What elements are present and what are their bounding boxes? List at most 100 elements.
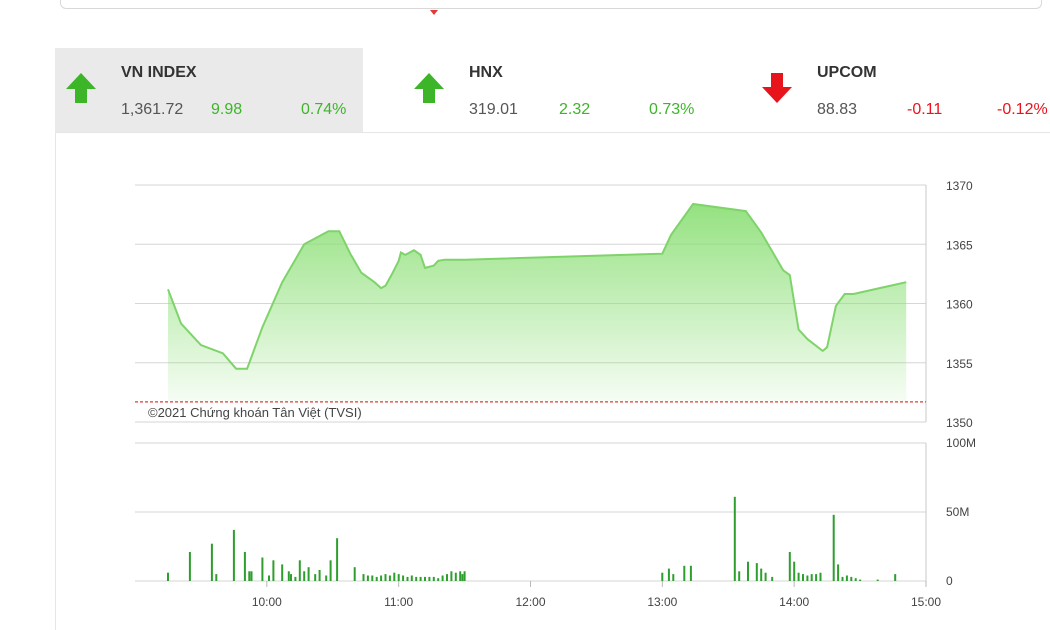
volume-bar — [859, 579, 862, 581]
volume-bar — [287, 571, 290, 581]
volume-bar — [815, 574, 818, 581]
volume-bar — [325, 575, 328, 581]
time-x-ticks: 10:00 11:00 12:00 13:00 14:00 15:00 — [252, 581, 941, 609]
volume-bar — [437, 578, 440, 581]
volume-bar — [294, 576, 297, 581]
volume-bar — [298, 560, 301, 581]
volume-bar — [797, 572, 800, 581]
volume-bar — [788, 552, 791, 581]
volume-bar — [738, 571, 741, 581]
volume-bar — [747, 561, 749, 581]
volume-bar — [303, 571, 306, 581]
volume-bar — [806, 575, 809, 581]
volume-bar — [232, 529, 235, 581]
volume-bar — [371, 575, 374, 581]
volume-bar — [188, 552, 191, 581]
volume-bar — [432, 576, 435, 581]
price-y-tick-label: 1365 — [946, 238, 973, 252]
volume-bar — [281, 564, 284, 581]
x-tick-label: 11:00 — [384, 595, 413, 609]
volume-bar — [314, 574, 317, 581]
volume-bar — [307, 567, 310, 581]
price-y-tick-label: 1360 — [946, 298, 973, 312]
intraday-chart: ©2021 Chứng khoán Tân Việt (TVSI) 135013… — [135, 179, 976, 609]
volume-bar — [459, 571, 462, 581]
volume-bar — [667, 568, 670, 581]
volume-bar — [450, 571, 453, 581]
volume-grid — [135, 442, 927, 582]
price-area-layer — [167, 202, 907, 402]
volume-bar — [393, 572, 396, 581]
volume-bar — [353, 567, 356, 581]
volume-bar — [402, 575, 405, 581]
volume-bar — [329, 560, 332, 581]
volume-y-tick-label: 100M — [946, 436, 976, 450]
volume-bar — [318, 570, 321, 581]
volume-bar — [167, 572, 169, 581]
volume-bar — [733, 496, 736, 581]
x-tick-label: 13:00 — [647, 595, 677, 609]
volume-bar — [290, 574, 292, 581]
volume-bar — [268, 575, 270, 581]
volume-bar — [819, 572, 822, 581]
volume-bar — [841, 576, 844, 581]
volume-bar — [771, 576, 774, 581]
volume-bar — [894, 574, 897, 581]
volume-bar — [375, 576, 378, 581]
volume-bar — [424, 576, 426, 581]
volume-bar — [850, 576, 853, 581]
volume-bar — [802, 574, 804, 581]
copyright-annotation: ©2021 Chứng khoán Tân Việt (TVSI) — [148, 405, 362, 420]
volume-bars — [167, 496, 897, 581]
volume-bar — [446, 574, 448, 581]
volume-bar — [454, 572, 457, 581]
volume-bar — [336, 538, 339, 581]
volume-bar — [419, 576, 422, 581]
volume-bar — [388, 575, 391, 581]
volume-bar — [415, 576, 418, 581]
volume-bar — [461, 574, 464, 581]
volume-bar — [837, 564, 840, 581]
volume-bar — [845, 575, 848, 581]
volume-bar — [362, 574, 365, 581]
volume-bar — [272, 560, 275, 581]
volume-bar — [441, 575, 444, 581]
volume-bar — [760, 568, 763, 581]
price-y-ticks: 1350 1355 1360 1365 1370 — [946, 179, 973, 430]
x-tick-label: 14:00 — [779, 595, 809, 609]
volume-bar — [366, 575, 369, 581]
x-tick-label: 15:00 — [911, 595, 941, 609]
volume-bar — [832, 514, 835, 581]
price-y-tick-label: 1370 — [946, 179, 973, 193]
volume-bar — [406, 576, 409, 581]
volume-bar — [755, 563, 758, 581]
volume-bar — [876, 579, 879, 581]
volume-bar — [210, 543, 213, 581]
volume-bar — [410, 575, 413, 581]
price-y-tick-label: 1350 — [946, 416, 973, 430]
volume-y-tick-label: 0 — [946, 574, 953, 588]
volume-bar — [248, 571, 251, 581]
volume-bar — [764, 572, 767, 581]
price-area — [167, 204, 907, 402]
volume-bar — [672, 574, 675, 581]
volume-bar — [683, 565, 686, 581]
x-tick-label: 10:00 — [252, 595, 282, 609]
volume-bar — [250, 571, 253, 581]
volume-bar — [463, 571, 466, 581]
volume-bar — [380, 575, 383, 581]
volume-bar — [854, 578, 857, 581]
volume-y-ticks: 0 50M 100M — [946, 436, 976, 588]
volume-y-tick-label: 50M — [946, 505, 969, 519]
price-y-tick-label: 1355 — [946, 357, 973, 371]
volume-bar — [384, 574, 387, 581]
volume-bar — [243, 552, 246, 581]
volume-bar — [261, 557, 264, 581]
volume-bar — [661, 572, 664, 581]
volume-bar — [810, 574, 813, 581]
volume-bar — [397, 574, 400, 581]
x-tick-label: 12:00 — [515, 595, 545, 609]
volume-bar — [689, 565, 692, 581]
volume-bar — [428, 576, 431, 581]
volume-bar — [215, 574, 218, 581]
